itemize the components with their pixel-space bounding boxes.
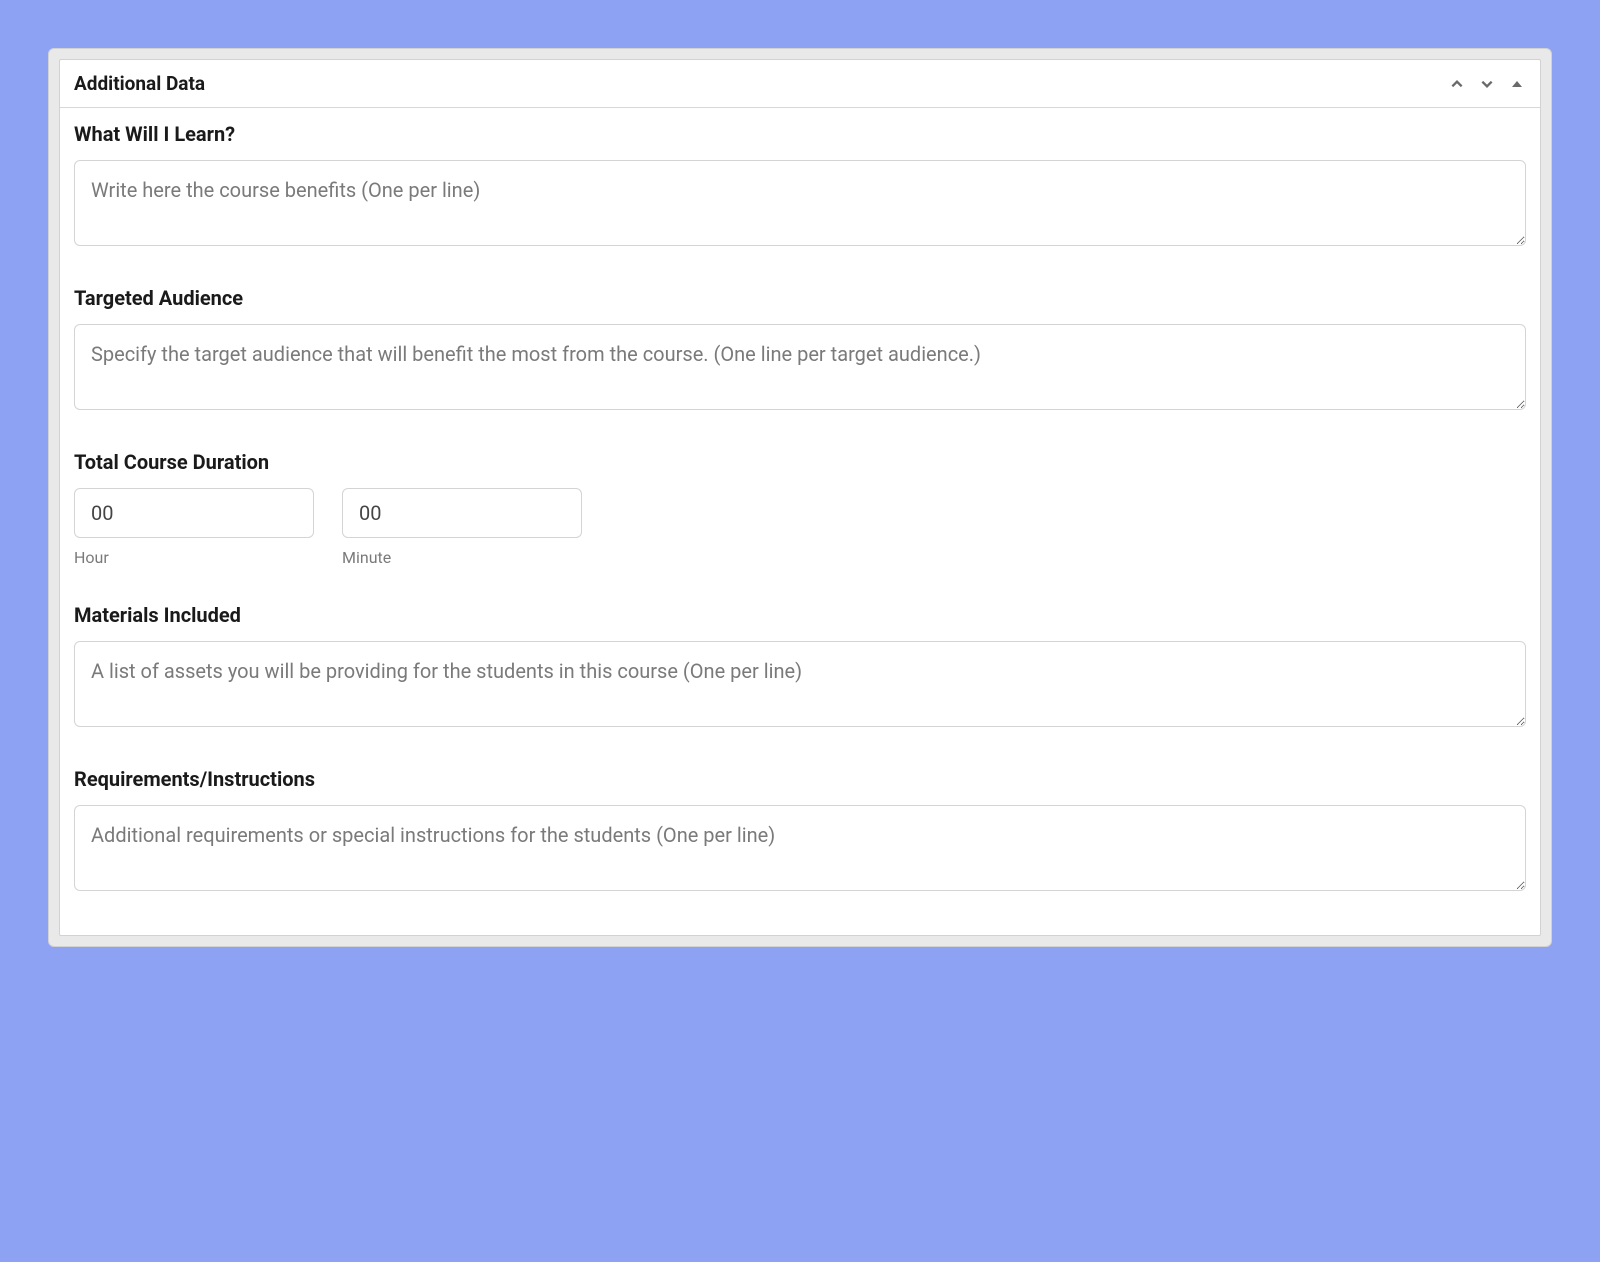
- requirements-label: Requirements/Instructions: [74, 767, 1526, 791]
- move-up-icon[interactable]: [1448, 75, 1466, 93]
- learn-label: What Will I Learn?: [74, 122, 1526, 146]
- additional-data-panel: Additional Data What Will I Learn? Targe: [59, 59, 1541, 936]
- materials-label: Materials Included: [74, 603, 1526, 627]
- field-requirements: Requirements/Instructions: [74, 767, 1526, 895]
- duration-row: Hour Minute: [74, 488, 1526, 567]
- panel-header: Additional Data: [60, 60, 1540, 108]
- collapse-icon[interactable]: [1508, 75, 1526, 93]
- duration-minute-col: Minute: [342, 488, 582, 567]
- panel-body: What Will I Learn? Targeted Audience Tot…: [60, 108, 1540, 935]
- requirements-textarea[interactable]: [74, 805, 1526, 891]
- duration-hour-col: Hour: [74, 488, 314, 567]
- duration-hour-input[interactable]: [74, 488, 314, 538]
- field-what-will-i-learn: What Will I Learn?: [74, 122, 1526, 250]
- field-materials-included: Materials Included: [74, 603, 1526, 731]
- panel-outer: Additional Data What Will I Learn? Targe: [48, 48, 1552, 947]
- move-down-icon[interactable]: [1478, 75, 1496, 93]
- audience-textarea[interactable]: [74, 324, 1526, 410]
- audience-label: Targeted Audience: [74, 286, 1526, 310]
- materials-textarea[interactable]: [74, 641, 1526, 727]
- learn-textarea[interactable]: [74, 160, 1526, 246]
- minute-sublabel: Minute: [342, 548, 582, 567]
- field-total-course-duration: Total Course Duration Hour Minute: [74, 450, 1526, 567]
- duration-label: Total Course Duration: [74, 450, 1526, 474]
- panel-controls: [1448, 75, 1526, 93]
- field-targeted-audience: Targeted Audience: [74, 286, 1526, 414]
- panel-title: Additional Data: [74, 72, 205, 95]
- hour-sublabel: Hour: [74, 548, 314, 567]
- duration-minute-input[interactable]: [342, 488, 582, 538]
